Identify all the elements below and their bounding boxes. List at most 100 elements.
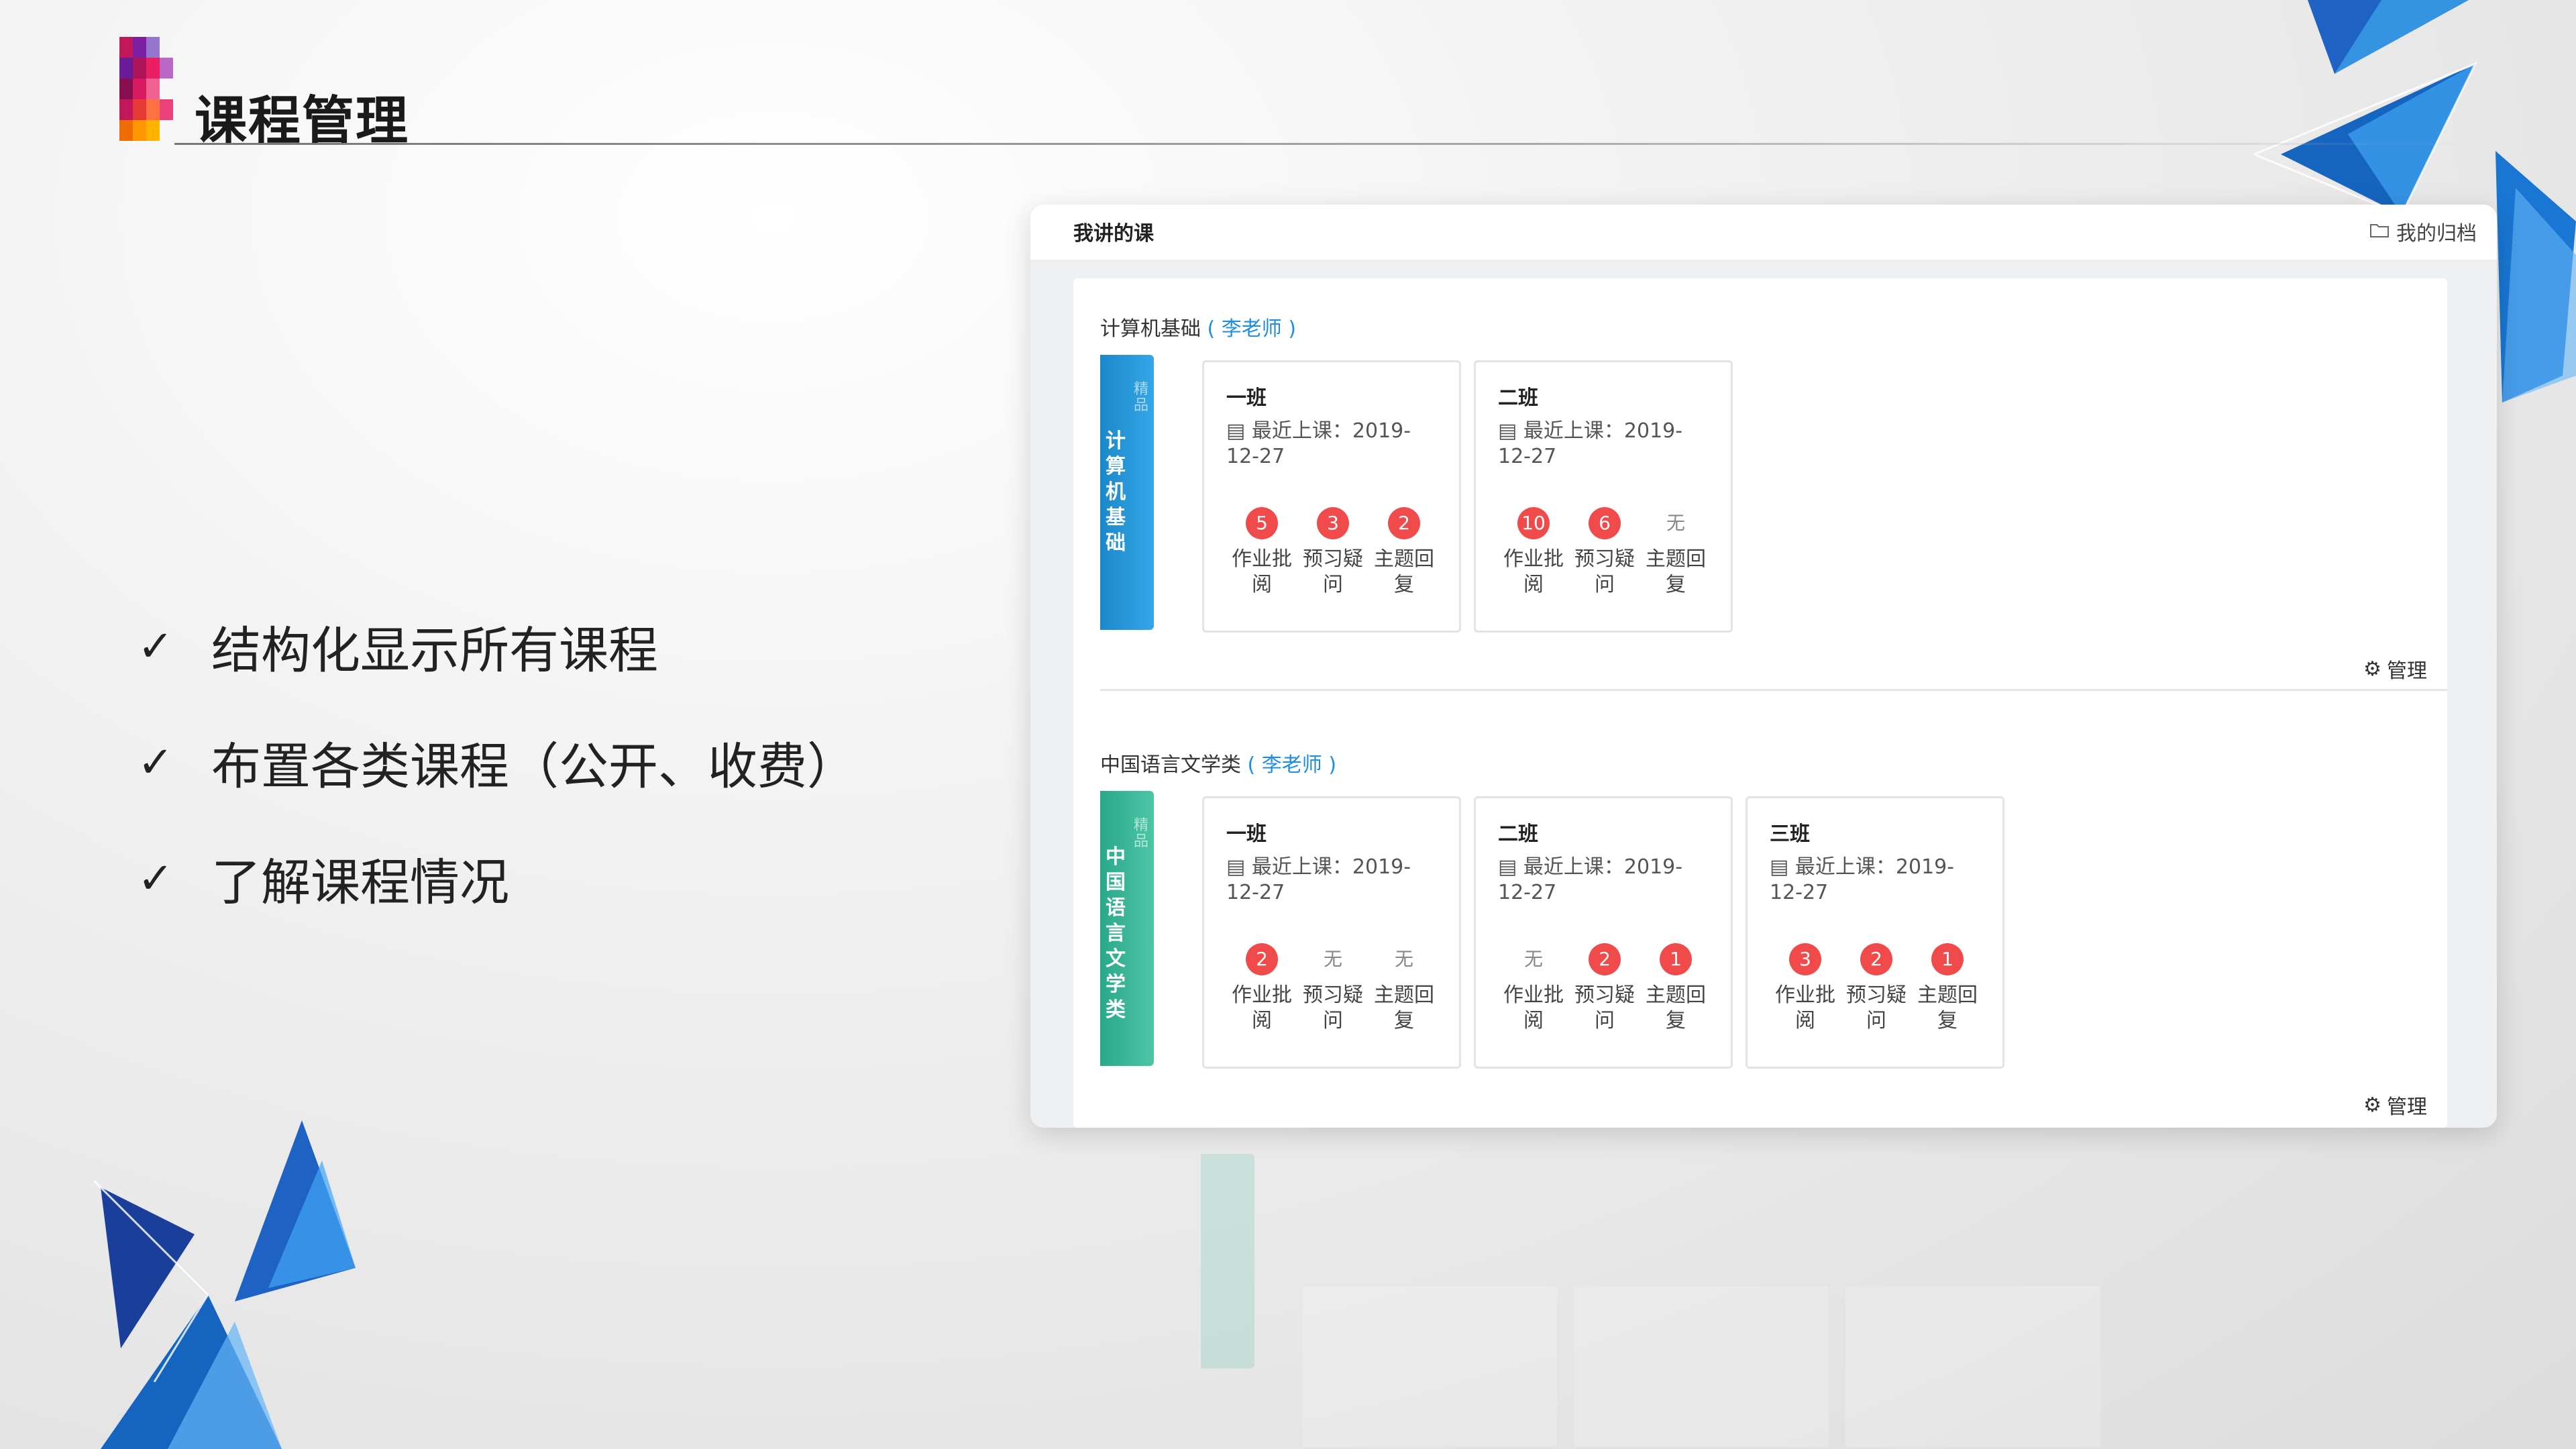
stat-badges: 3 2 1 (1770, 943, 1984, 975)
book-spine-text: 精品 (1134, 381, 1149, 414)
course-book-icon[interactable]: 中国语言文学类 精品 (1100, 791, 1154, 1066)
course-name: 计算机基础 (1100, 317, 1201, 341)
stat-labels: 作业批阅 预习疑问 主题回复 (1498, 983, 1713, 1034)
panel-body: 计算机基础 ( 李老师 ) 计算机基础 精品 一班 ▤ 最近上课：2019-12… (1073, 278, 2447, 1128)
class-name: 二班 (1498, 386, 1538, 410)
gear-icon: ⚙ (2363, 1093, 2381, 1117)
title-divider (174, 143, 2469, 145)
class-card[interactable]: 一班 ▤ 最近上课：2019-12-27 2 无 无 作业批阅 预习疑问 主题回… (1202, 796, 1461, 1069)
homework-badge[interactable]: 5 (1246, 507, 1278, 539)
homework-badge: 无 (1523, 948, 1543, 970)
preview-question-badge[interactable]: 6 (1589, 507, 1621, 539)
stat-labels: 作业批阅 预习疑问 主题回复 (1770, 983, 1984, 1034)
stat-label: 主题回复 (1374, 547, 1434, 596)
preview-question-badge[interactable]: 3 (1317, 507, 1349, 539)
last-class-date: ▤ 最近上课：2019-12-27 (1226, 855, 1411, 904)
last-class-date: ▤ 最近上课：2019-12-27 (1770, 855, 1955, 904)
calendar-icon: ▤ (1770, 855, 1795, 879)
manage-label: 管理 (2387, 1095, 2427, 1119)
book-label: 中国语言文学类 (1106, 845, 1126, 1022)
book-spine-text: 精品 (1134, 817, 1149, 850)
bullet-item: ✓ 结构化显示所有课程 (138, 610, 658, 682)
stat-label: 作业批阅 (1503, 547, 1564, 596)
stat-label: 预习疑问 (1303, 547, 1363, 596)
preview-question-badge[interactable]: 2 (1860, 943, 1892, 975)
stat-label: 主题回复 (1646, 983, 1706, 1032)
stat-label: 主题回复 (1917, 983, 1978, 1032)
manage-label: 管理 (2387, 659, 2427, 683)
calendar-icon: ▤ (1498, 855, 1523, 879)
stat-label: 作业批阅 (1775, 983, 1835, 1032)
bullet-text: 结构化显示所有课程 (211, 622, 658, 680)
course-title[interactable]: 中国语言文学类 ( 李老师 ) (1100, 748, 1336, 777)
panel-header: 我讲的课 我的归档 (1030, 205, 2497, 260)
bullet-item: ✓ 布置各类课程（公开、收费） (138, 727, 857, 798)
logo-mosaic (119, 37, 173, 141)
calendar-icon: ▤ (1226, 855, 1252, 879)
stat-label: 作业批阅 (1232, 547, 1292, 596)
class-name: 二班 (1498, 822, 1538, 846)
stat-badges: 2 无 无 (1226, 943, 1441, 975)
stat-badges: 5 3 2 (1226, 507, 1441, 539)
stat-label: 作业批阅 (1232, 983, 1292, 1032)
preview-question-badge[interactable]: 2 (1589, 943, 1621, 975)
topic-reply-badge[interactable]: 1 (1931, 943, 1964, 975)
my-archive-link[interactable]: 我的归档 (2369, 217, 2477, 246)
check-icon: ✓ (138, 737, 174, 788)
bullet-text: 了解课程情况 (211, 854, 509, 912)
archive-label: 我的归档 (2396, 222, 2477, 246)
panel-reflection (1201, 1154, 2140, 1449)
stat-label: 预习疑问 (1846, 983, 1907, 1032)
stat-label: 主题回复 (1374, 983, 1434, 1032)
reflection-card (1843, 1284, 2102, 1449)
stat-labels: 作业批阅 预习疑问 主题回复 (1498, 547, 1713, 598)
class-card[interactable]: 二班 ▤ 最近上课：2019-12-27 无 2 1 作业批阅 预习疑问 主题回… (1474, 796, 1733, 1069)
manage-button[interactable]: ⚙ 管理 (2363, 1090, 2427, 1120)
reflection-book (1201, 1154, 1254, 1368)
stat-label: 主题回复 (1646, 547, 1706, 596)
last-class-date: ▤ 最近上课：2019-12-27 (1226, 419, 1411, 468)
folder-icon (2369, 220, 2390, 244)
stat-labels: 作业批阅 预习疑问 主题回复 (1226, 983, 1441, 1034)
homework-badge[interactable]: 10 (1517, 507, 1550, 539)
stat-label: 预习疑问 (1574, 983, 1635, 1032)
topic-reply-badge: 无 (1394, 948, 1413, 970)
check-icon: ✓ (138, 621, 174, 672)
class-name: 一班 (1226, 822, 1267, 846)
homework-badge[interactable]: 3 (1789, 943, 1821, 975)
stat-label: 预习疑问 (1303, 983, 1363, 1032)
stat-label: 预习疑问 (1574, 547, 1635, 596)
topic-reply-badge[interactable]: 1 (1660, 943, 1692, 975)
calendar-icon: ▤ (1498, 419, 1523, 443)
stat-labels: 作业批阅 预习疑问 主题回复 (1226, 547, 1441, 598)
class-card[interactable]: 一班 ▤ 最近上课：2019-12-27 5 3 2 作业批阅 预习疑问 主题回… (1202, 360, 1461, 633)
teacher-link[interactable]: ( 李老师 ) (1248, 753, 1336, 777)
course-title[interactable]: 计算机基础 ( 李老师 ) (1100, 312, 1296, 341)
course-divider (1100, 689, 2447, 691)
class-name: 三班 (1770, 822, 1810, 846)
reflection-card (1300, 1284, 1559, 1449)
class-card[interactable]: 三班 ▤ 最近上课：2019-12-27 3 2 1 作业批阅 预习疑问 主题回… (1746, 796, 2004, 1069)
last-class-date: ▤ 最近上课：2019-12-27 (1498, 855, 1683, 904)
stat-label: 作业批阅 (1503, 983, 1564, 1032)
panel-title: 我讲的课 (1073, 222, 1154, 246)
bullet-text: 布置各类课程（公开、收费） (211, 738, 857, 796)
last-class-date: ▤ 最近上课：2019-12-27 (1498, 419, 1683, 468)
course-book-icon[interactable]: 计算机基础 精品 (1100, 355, 1154, 630)
decor-triangles-bottom-left (93, 1120, 356, 1449)
bullet-item: ✓ 了解课程情况 (138, 843, 509, 914)
gear-icon: ⚙ (2363, 657, 2381, 681)
manage-button[interactable]: ⚙ 管理 (2363, 654, 2427, 684)
topic-reply-badge[interactable]: 2 (1388, 507, 1420, 539)
class-name: 一班 (1226, 386, 1267, 410)
calendar-icon: ▤ (1226, 419, 1252, 443)
book-label: 计算机基础 (1106, 429, 1126, 555)
check-icon: ✓ (138, 853, 174, 904)
class-card[interactable]: 二班 ▤ 最近上课：2019-12-27 10 6 无 作业批阅 预习疑问 主题… (1474, 360, 1733, 633)
stat-badges: 无 2 1 (1498, 943, 1713, 975)
preview-question-badge: 无 (1323, 948, 1342, 970)
topic-reply-badge: 无 (1666, 512, 1685, 534)
course-name: 中国语言文学类 (1100, 753, 1241, 777)
teacher-link[interactable]: ( 李老师 ) (1208, 317, 1296, 341)
homework-badge[interactable]: 2 (1246, 943, 1278, 975)
